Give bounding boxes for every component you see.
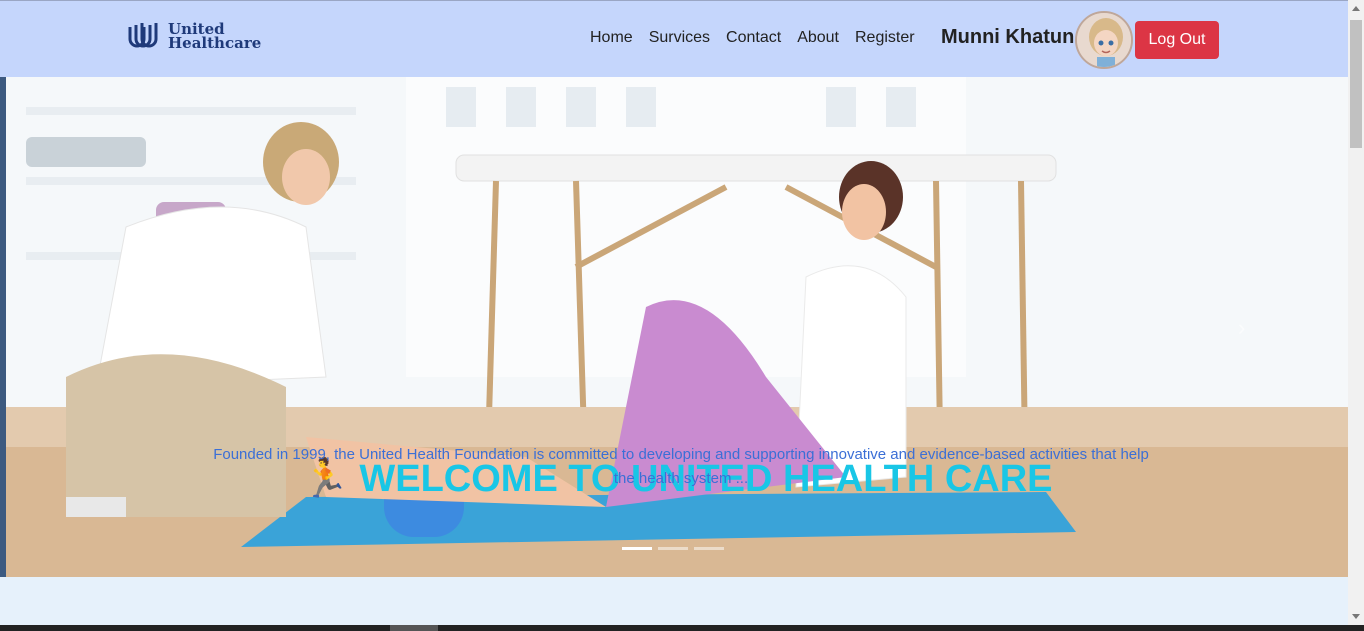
hero-carousel: › 🏃 WELCOME TO UNITED HEALTH CARE Founde… — [6, 77, 1348, 577]
carousel-indicator-1[interactable] — [622, 547, 652, 550]
nav-register[interactable]: Register — [855, 29, 915, 47]
scroll-down-icon[interactable] — [1352, 614, 1360, 619]
navbar: United Healthcare Home Survices Contact … — [0, 0, 1348, 77]
nav-home[interactable]: Home — [590, 29, 633, 47]
logout-button[interactable]: Log Out — [1135, 21, 1219, 59]
nav-services[interactable]: Survices — [649, 29, 710, 47]
horizontal-scroll-thumb[interactable] — [390, 625, 438, 631]
united-healthcare-logo-icon — [128, 23, 158, 48]
avatar[interactable] — [1075, 11, 1133, 69]
carousel-next-icon[interactable]: › — [1238, 315, 1245, 341]
avatar-image — [1077, 13, 1131, 67]
nav-contact[interactable]: Contact — [726, 29, 781, 47]
hero-image — [6, 77, 1348, 577]
scroll-up-icon[interactable] — [1352, 6, 1360, 11]
carousel-indicator-2[interactable] — [658, 547, 688, 550]
scroll-thumb[interactable] — [1350, 20, 1362, 148]
horizontal-scrollbar[interactable] — [0, 625, 1364, 631]
brand-text: United Healthcare — [168, 22, 262, 52]
nav-about[interactable]: About — [797, 29, 839, 47]
user-name: Munni Khatun — [941, 26, 1075, 48]
carousel-indicators — [622, 547, 730, 550]
brand-line2: Healthcare — [168, 34, 262, 52]
main-nav: Home Survices Contact About Register — [582, 29, 923, 47]
vertical-scrollbar[interactable] — [1348, 0, 1364, 631]
hero-description: Founded in 1999, the United Health Found… — [213, 446, 1149, 487]
brand-logo[interactable]: United Healthcare — [128, 21, 261, 51]
carousel-indicator-3[interactable] — [694, 547, 724, 550]
